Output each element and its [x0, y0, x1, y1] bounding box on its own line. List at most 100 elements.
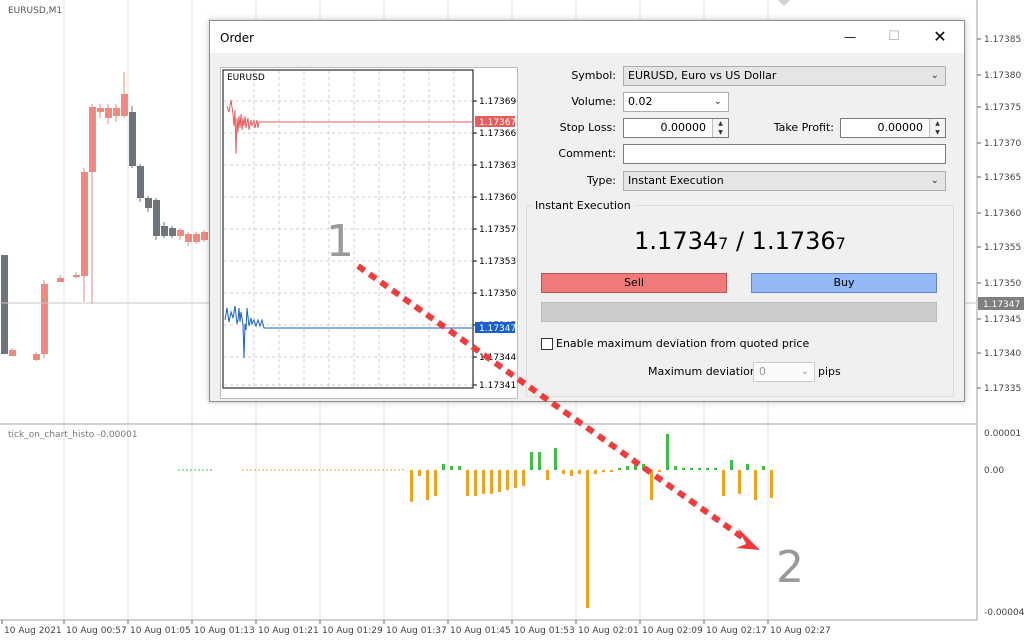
tick-axis-label: 1.17369: [479, 97, 516, 107]
histo-bar: [650, 470, 653, 500]
histo-bar: [386, 469, 388, 471]
comment-input[interactable]: [623, 144, 946, 164]
histo-bar: [250, 469, 252, 471]
histo-bar: [554, 448, 557, 470]
histo-bar: [674, 466, 677, 470]
maximize-icon[interactable]: ☐: [872, 21, 916, 53]
histo-bar: [506, 470, 509, 490]
histo-bar: [658, 470, 661, 472]
price-label: 1.17385: [984, 35, 1021, 45]
histo-bar: [466, 470, 469, 496]
histo-bar: [642, 464, 645, 470]
candle-body: [193, 234, 200, 242]
histo-bar: [190, 469, 192, 471]
stop-loss-input[interactable]: 0.00000 ▲ ▼: [623, 118, 729, 138]
histo-bar: [398, 469, 400, 471]
histo-bar: [258, 469, 260, 471]
tick-axis-label: 1.17366: [479, 129, 516, 139]
histo-bar: [458, 466, 461, 470]
close-icon[interactable]: ✕: [918, 21, 962, 53]
pips-label: pips: [818, 365, 841, 378]
histo-bar: [666, 434, 669, 470]
time-label: 10 Aug 00:57: [66, 626, 127, 636]
volume-value: 0.02: [628, 95, 653, 108]
execution-status-bar: [541, 302, 937, 322]
order-type-value: Instant Execution: [628, 174, 724, 187]
volume-label: Volume:: [571, 95, 616, 108]
histo-bar: [706, 468, 709, 470]
histo-bar: [618, 468, 621, 470]
tick-axis-label: 1.17341: [479, 381, 516, 391]
price-label: 1.17360: [984, 209, 1021, 219]
histo-bar: [266, 469, 268, 471]
price-label: 1.17380: [984, 71, 1021, 81]
ask-price-main: 1.1736: [751, 227, 836, 255]
histo-bar: [290, 469, 292, 471]
time-label: 10 Aug 02:27: [770, 626, 831, 636]
histo-bar: [450, 466, 453, 470]
histo-bar: [334, 469, 336, 471]
symbol-select[interactable]: EURUSD, Euro vs US Dollar ⌄: [623, 66, 946, 86]
order-type-select[interactable]: Instant Execution ⌄: [623, 171, 946, 191]
stepper-icon[interactable]: ▲ ▼: [712, 119, 728, 137]
max-deviation-checkbox-label[interactable]: Enable maximum deviation from quoted pri…: [556, 337, 809, 350]
stop-loss-label: Stop Loss:: [559, 121, 616, 134]
time-label: 10 Aug 01:29: [322, 626, 383, 636]
histo-bar: [306, 469, 308, 471]
histo-bar: [402, 469, 404, 471]
type-label: Type:: [587, 174, 616, 187]
time-label: 10 Aug 01:21: [258, 626, 319, 636]
ask-price-tag-label: 1.17367: [479, 118, 516, 128]
histo-bar: [330, 469, 332, 471]
histo-bar: [270, 469, 272, 471]
histo-bar: [178, 469, 180, 471]
candle-body: [113, 108, 120, 116]
dialog-titlebar[interactable]: Order — ☐ ✕: [210, 21, 964, 53]
tick-axis-label: 1.17357: [479, 225, 516, 235]
candle-body: [73, 275, 80, 277]
histo-bar: [374, 469, 376, 471]
dialog-title: Order: [220, 31, 255, 45]
tick-chart: EURUSD 1.17369 1.17366 1.17363 1.17360 1.173…: [220, 67, 518, 399]
indicator-level-label: -0.00004: [984, 608, 1024, 618]
histo-bar: [186, 469, 188, 471]
time-label: 10 Aug 02:01: [578, 626, 639, 636]
candle-body: [9, 350, 16, 356]
histo-bar: [206, 469, 208, 471]
candle-body: [153, 200, 160, 236]
histo-bar: [730, 460, 733, 470]
histo-bar: [198, 469, 200, 471]
histo-bar: [434, 470, 437, 496]
histo-bar: [490, 470, 493, 494]
stepper-icon[interactable]: ▲ ▼: [929, 119, 945, 137]
quote-separator: /: [728, 227, 752, 255]
comment-label: Comment:: [558, 147, 616, 160]
tick-axis-label: 1.17363: [479, 161, 516, 171]
take-profit-label: Take Profit:: [773, 121, 834, 134]
histo-bar: [310, 469, 312, 471]
volume-select[interactable]: 0.02 ⌄: [623, 92, 729, 112]
chevron-down-icon: ⌄: [713, 96, 722, 107]
histo-bar: [318, 469, 320, 471]
histo-bar: [366, 469, 368, 471]
max-deviation-label: Maximum deviation:: [648, 365, 761, 378]
indicator-label: tick_on_chart_histo -0.00001: [8, 430, 138, 440]
candle-body: [105, 108, 112, 118]
histo-bar: [194, 469, 196, 471]
histo-bar: [254, 469, 256, 471]
histo-bar: [522, 470, 525, 486]
buy-button[interactable]: Buy: [751, 273, 937, 293]
histo-bar: [538, 452, 541, 470]
histo-bar: [362, 469, 364, 471]
indicator-level-label: 0.00: [984, 466, 1004, 476]
histo-bar: [242, 469, 244, 471]
max-deviation-select[interactable]: 0 ⌄: [753, 362, 815, 382]
take-profit-input[interactable]: 0.00000 ▲ ▼: [840, 118, 946, 138]
sell-button[interactable]: Sell: [541, 273, 727, 293]
time-label: 10 Aug 02:17: [706, 626, 767, 636]
histo-bar: [274, 469, 276, 471]
minimize-icon[interactable]: —: [828, 21, 872, 53]
time-label: 10 Aug 02:09: [642, 626, 703, 636]
ask-price-last-digit: 7: [835, 234, 846, 253]
max-deviation-checkbox[interactable]: [541, 338, 553, 350]
